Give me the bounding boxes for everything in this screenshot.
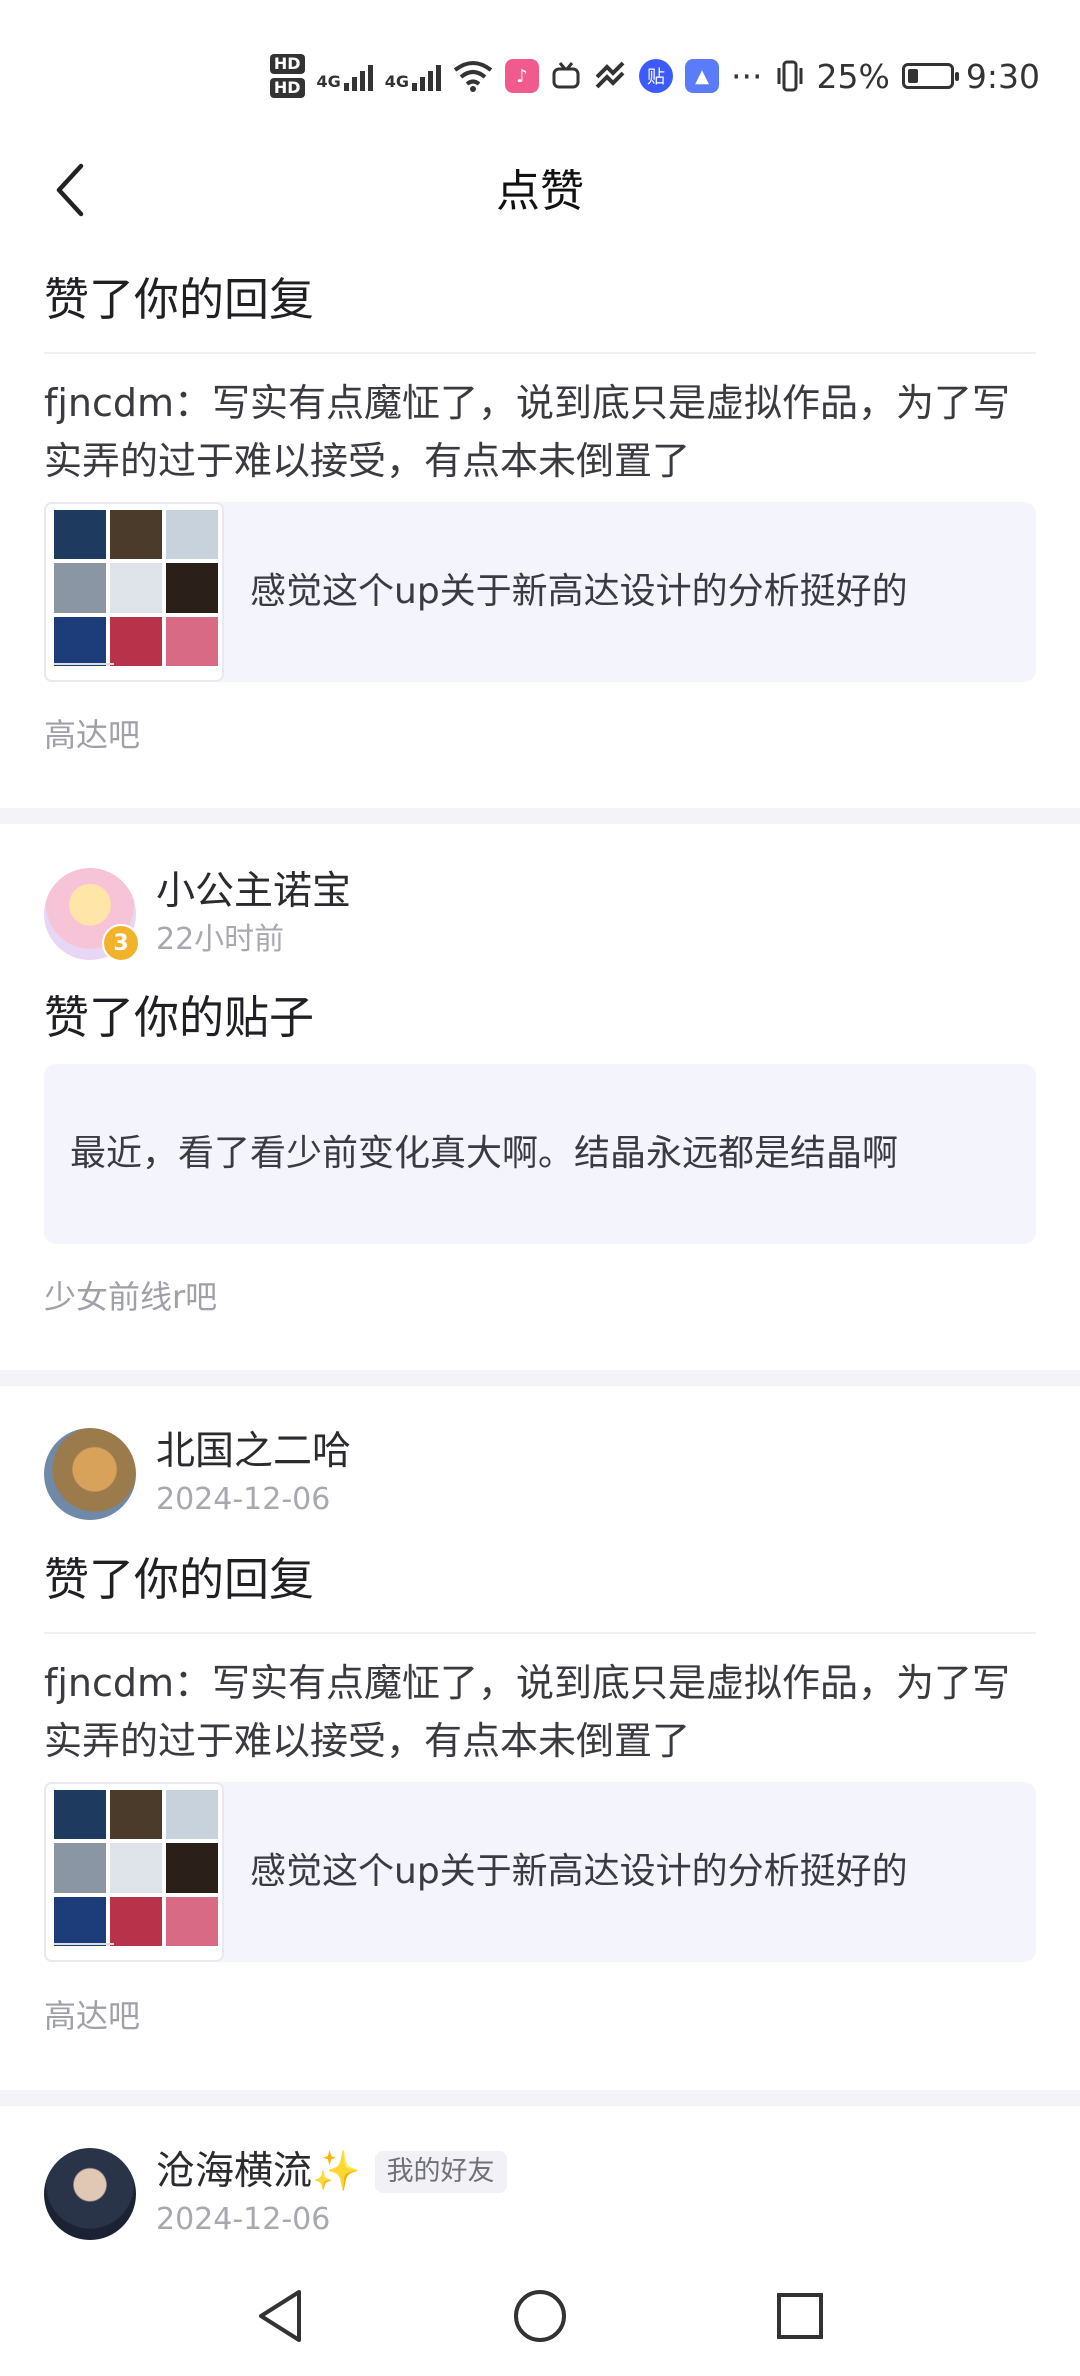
user-row[interactable]: 沧海横流✨ 我的好友 2024-12-06 [44, 2148, 507, 2240]
wifi-icon [453, 61, 493, 92]
post-thumbnail [44, 502, 224, 682]
system-nav-bar [0, 2256, 1080, 2376]
hd-indicator: HD HD [269, 54, 305, 98]
quoted-post[interactable]: 感觉这个up关于新高达设计的分析挺好的 [44, 1782, 1036, 1962]
status-bar: HD HD 4G 4G ♪ 贴 ▲ ··· 25% 9:30 [0, 0, 1080, 140]
home-circle-icon [514, 2290, 566, 2342]
friend-tag: 我的好友 [374, 2151, 507, 2193]
battery-percent: 25% [816, 56, 890, 96]
timestamp: 2024-12-06 [156, 2202, 331, 2237]
top-bar: 点赞 [0, 140, 1080, 260]
user-name[interactable]: 北国之二哈 [156, 1428, 351, 1476]
page-title: 点赞 [496, 166, 584, 217]
back-triangle-icon [259, 2290, 301, 2342]
like-card[interactable]: 北国之二哈 2024-12-06 赞了你的回复 fjncdm：写实有点魔怔了，说… [0, 1386, 1080, 2090]
action-text: 赞了你的贴子 [44, 991, 315, 1044]
avatar[interactable] [44, 2148, 136, 2240]
like-card[interactable]: 3 小公主诺宝 22小时前 赞了你的贴子 最近，看了看少前变化真大啊。结晶永远都… [0, 824, 1080, 1370]
timestamp: 22小时前 [156, 922, 285, 957]
post-thumbnail [44, 1782, 224, 1962]
card-separator [0, 1370, 1080, 1386]
quoted-text: 感觉这个up关于新高达设计的分析挺好的 [250, 1851, 908, 1892]
recents-square-icon [777, 2293, 823, 2339]
user-name[interactable]: 沧海横流✨ [156, 2148, 361, 2196]
heart-link-icon [595, 61, 625, 89]
quoted-post[interactable]: 最近，看了看少前变化真大啊。结晶永远都是结晶啊 [44, 1064, 1036, 1244]
user-row[interactable]: 北国之二哈 2024-12-06 [44, 1428, 351, 1520]
level-badge: 3 [102, 924, 140, 962]
reply-text: fjncdm：写实有点魔怔了，说到底只是虚拟作品，为了写实弄的过于难以接受，有点… [44, 381, 1011, 483]
tv-icon [552, 62, 580, 89]
battery-icon [901, 63, 959, 89]
like-card[interactable]: 赞了你的回复 fjncdm：写实有点魔怔了，说到底只是虚拟作品，为了写实弄的过于… [0, 260, 1080, 808]
quoted-post[interactable]: 感觉这个up关于新高达设计的分析挺好的 [44, 502, 1036, 682]
forum-name[interactable]: 少女前线r吧 [44, 1277, 217, 1317]
clock: 9:30 [965, 56, 1040, 96]
vibrate-icon [777, 60, 803, 92]
action-text: 赞了你的回复 [44, 273, 315, 326]
avatar[interactable]: 3 [44, 868, 140, 962]
card-separator [0, 808, 1080, 824]
divider [44, 1632, 1036, 1634]
user-name[interactable]: 小公主诺宝 [156, 868, 351, 916]
signal-2-icon: 4G [385, 61, 442, 91]
nav-back-button[interactable] [250, 2286, 310, 2346]
nav-home-button[interactable] [510, 2286, 570, 2346]
forum-name[interactable]: 高达吧 [44, 1996, 140, 2036]
graduation-cap-icon: ▲ [685, 59, 720, 93]
app-notification-icon: ♪ [505, 59, 540, 93]
divider [44, 352, 1036, 354]
more-icon: ··· [731, 56, 763, 96]
nav-recents-button[interactable] [770, 2286, 830, 2346]
tieba-icon: 贴 [639, 59, 674, 93]
action-text: 赞了你的回复 [44, 1553, 315, 1606]
quoted-text: 感觉这个up关于新高达设计的分析挺好的 [250, 571, 908, 612]
signal-1-icon: 4G [317, 61, 373, 91]
timestamp: 2024-12-06 [156, 1482, 331, 1517]
avatar[interactable] [44, 1428, 136, 1520]
card-separator [0, 2090, 1080, 2106]
quoted-text: 最近，看了看少前变化真大啊。结晶永远都是结晶啊 [70, 1133, 899, 1174]
forum-name[interactable]: 高达吧 [44, 715, 140, 755]
reply-text: fjncdm：写实有点魔怔了，说到底只是虚拟作品，为了写实弄的过于难以接受，有点… [44, 1661, 1011, 1763]
user-row[interactable]: 3 小公主诺宝 22小时前 [44, 868, 351, 962]
like-card[interactable]: 沧海横流✨ 我的好友 2024-12-06 [0, 2106, 1080, 2256]
